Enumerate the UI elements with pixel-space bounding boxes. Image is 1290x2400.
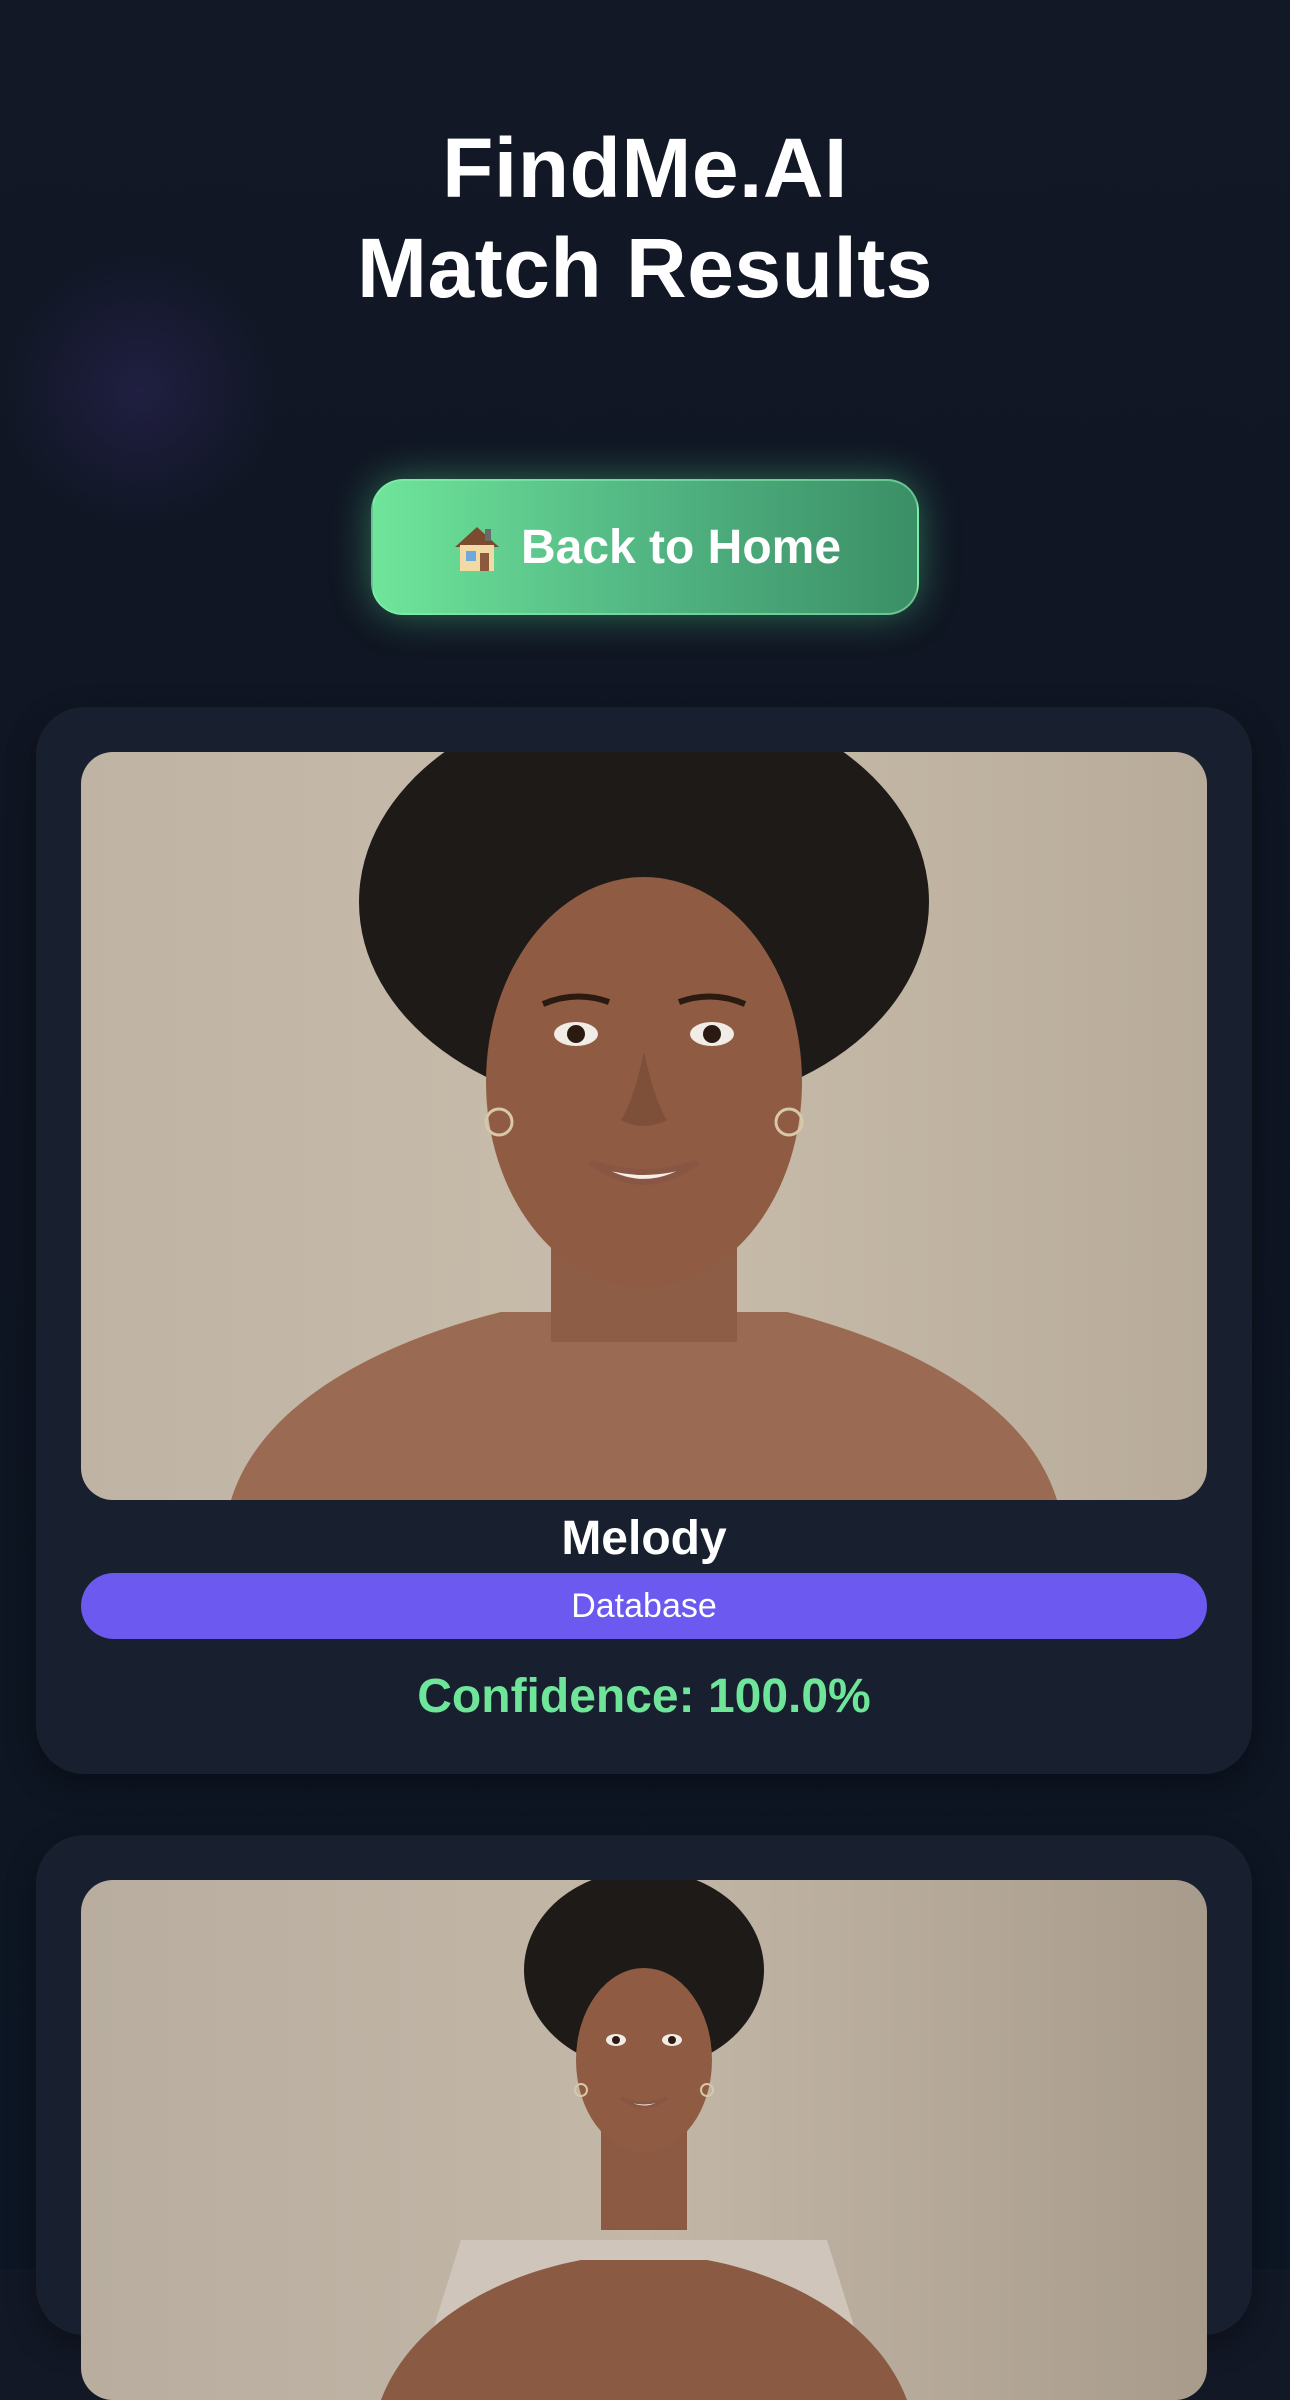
- page-title: FindMe.AI Match Results: [0, 118, 1290, 318]
- page-title-line-2: Match Results: [357, 221, 933, 315]
- house-icon: [449, 519, 505, 575]
- confidence-score: Confidence: 100.0%: [417, 1670, 871, 1723]
- match-photo[interactable]: [81, 752, 1207, 1500]
- back-to-home-label: Back to Home: [520, 520, 842, 574]
- match-photo[interactable]: [81, 1880, 1207, 2400]
- back-to-home-button[interactable]: Back to Home: [371, 479, 919, 615]
- match-name: Melody: [561, 1512, 727, 1565]
- page-title-line-1: FindMe.AI: [442, 121, 848, 215]
- match-result-card: Melody Database Confidence: 100.0%: [36, 707, 1252, 1774]
- source-badge: Database: [81, 1573, 1207, 1639]
- match-result-card: [36, 1835, 1252, 2400]
